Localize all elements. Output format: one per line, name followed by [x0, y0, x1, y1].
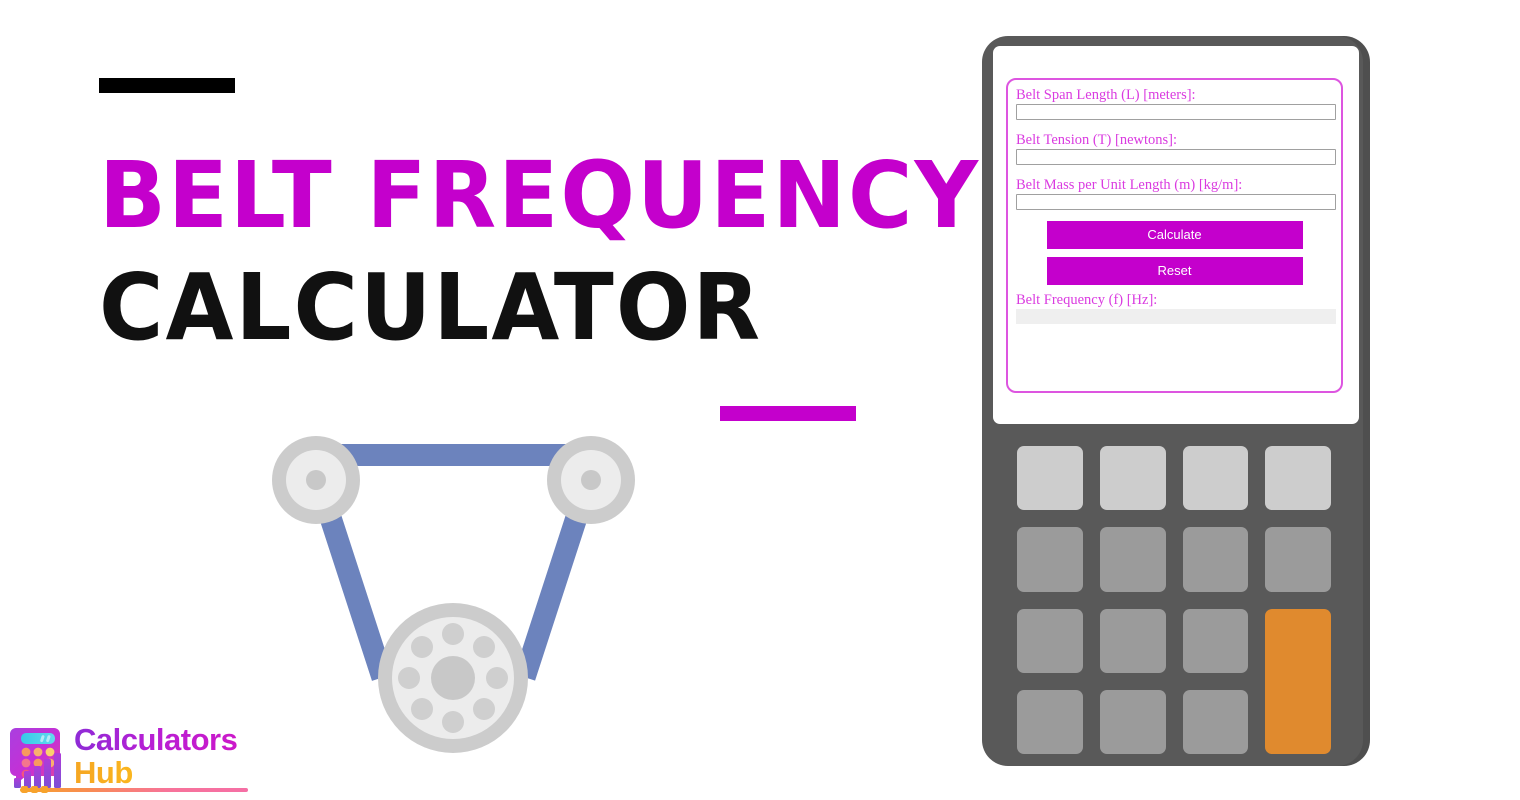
pulley-top-right — [547, 436, 635, 524]
calculator-bars-icon — [8, 722, 70, 790]
keypad-key-r2c2[interactable] — [1099, 527, 1166, 592]
belt-frequency-form: Belt Span Length (L) [meters]: Belt Tens… — [1006, 78, 1343, 393]
keypad-key-r1c3[interactable] — [1182, 446, 1249, 511]
keypad-key-r1c1[interactable] — [1017, 446, 1083, 511]
belt-frequency-result-output — [1016, 309, 1336, 324]
logo-word-calculators: Calculators — [74, 724, 246, 756]
keypad-key-r4c1[interactable] — [1017, 689, 1083, 754]
logo-wordmark: Calculators Hub — [74, 724, 246, 790]
site-logo[interactable]: Calculators Hub — [8, 722, 248, 794]
hero-left-panel: Belt Frequency Calculator — [0, 0, 978, 800]
reset-button[interactable]: Reset — [1046, 257, 1303, 285]
belt-tension-label: Belt Tension (T) [newtons]: — [1016, 132, 1178, 148]
keypad-key-r3c2[interactable] — [1099, 608, 1166, 673]
calculator-screen: Belt Span Length (L) [meters]: Belt Tens… — [993, 46, 1359, 424]
page-title: Belt Frequency Calculator — [99, 140, 978, 364]
keypad-key-equals[interactable] — [1265, 608, 1331, 754]
keypad-key-r1c2[interactable] — [1099, 446, 1166, 511]
pulley-bottom-large — [378, 603, 528, 753]
belt-mass-per-unit-length-input[interactable] — [1016, 194, 1336, 210]
accent-dash-black — [99, 78, 235, 93]
keypad-key-r4c2[interactable] — [1099, 689, 1166, 754]
belt-tension-input[interactable] — [1016, 149, 1336, 165]
accent-dash-magenta — [720, 406, 856, 421]
logo-word-hub: Hub — [74, 756, 246, 789]
keypad-key-r1c4[interactable] — [1265, 446, 1331, 511]
keypad-key-r2c1[interactable] — [1017, 527, 1083, 592]
keypad-key-r2c3[interactable] — [1182, 527, 1249, 592]
calculator-keypad — [999, 446, 1349, 754]
logo-underline — [20, 788, 248, 792]
belt-span-length-input[interactable] — [1016, 104, 1336, 120]
calculate-button[interactable]: Calculate — [1046, 221, 1303, 249]
calculator-device: Belt Span Length (L) [meters]: Belt Tens… — [982, 36, 1370, 766]
logo-dots — [21, 786, 48, 793]
pulley-top-left — [272, 436, 360, 524]
belt-span-length-label: Belt Span Length (L) [meters]: — [1016, 87, 1196, 103]
page-title-line-1: Belt Frequency — [99, 142, 981, 249]
belt-mass-per-unit-length-label: Belt Mass per Unit Length (m) [kg/m]: — [1016, 177, 1243, 193]
keypad-key-r2c4[interactable] — [1265, 527, 1331, 592]
page-title-line-2: Calculator — [99, 254, 763, 361]
belt-frequency-result-label: Belt Frequency (f) [Hz]: — [1016, 292, 1158, 308]
keypad-key-r4c3[interactable] — [1182, 689, 1249, 754]
keypad-key-r3c3[interactable] — [1182, 608, 1249, 673]
keypad-key-r3c1[interactable] — [1017, 608, 1083, 673]
belt-pulley-illustration — [262, 428, 662, 768]
